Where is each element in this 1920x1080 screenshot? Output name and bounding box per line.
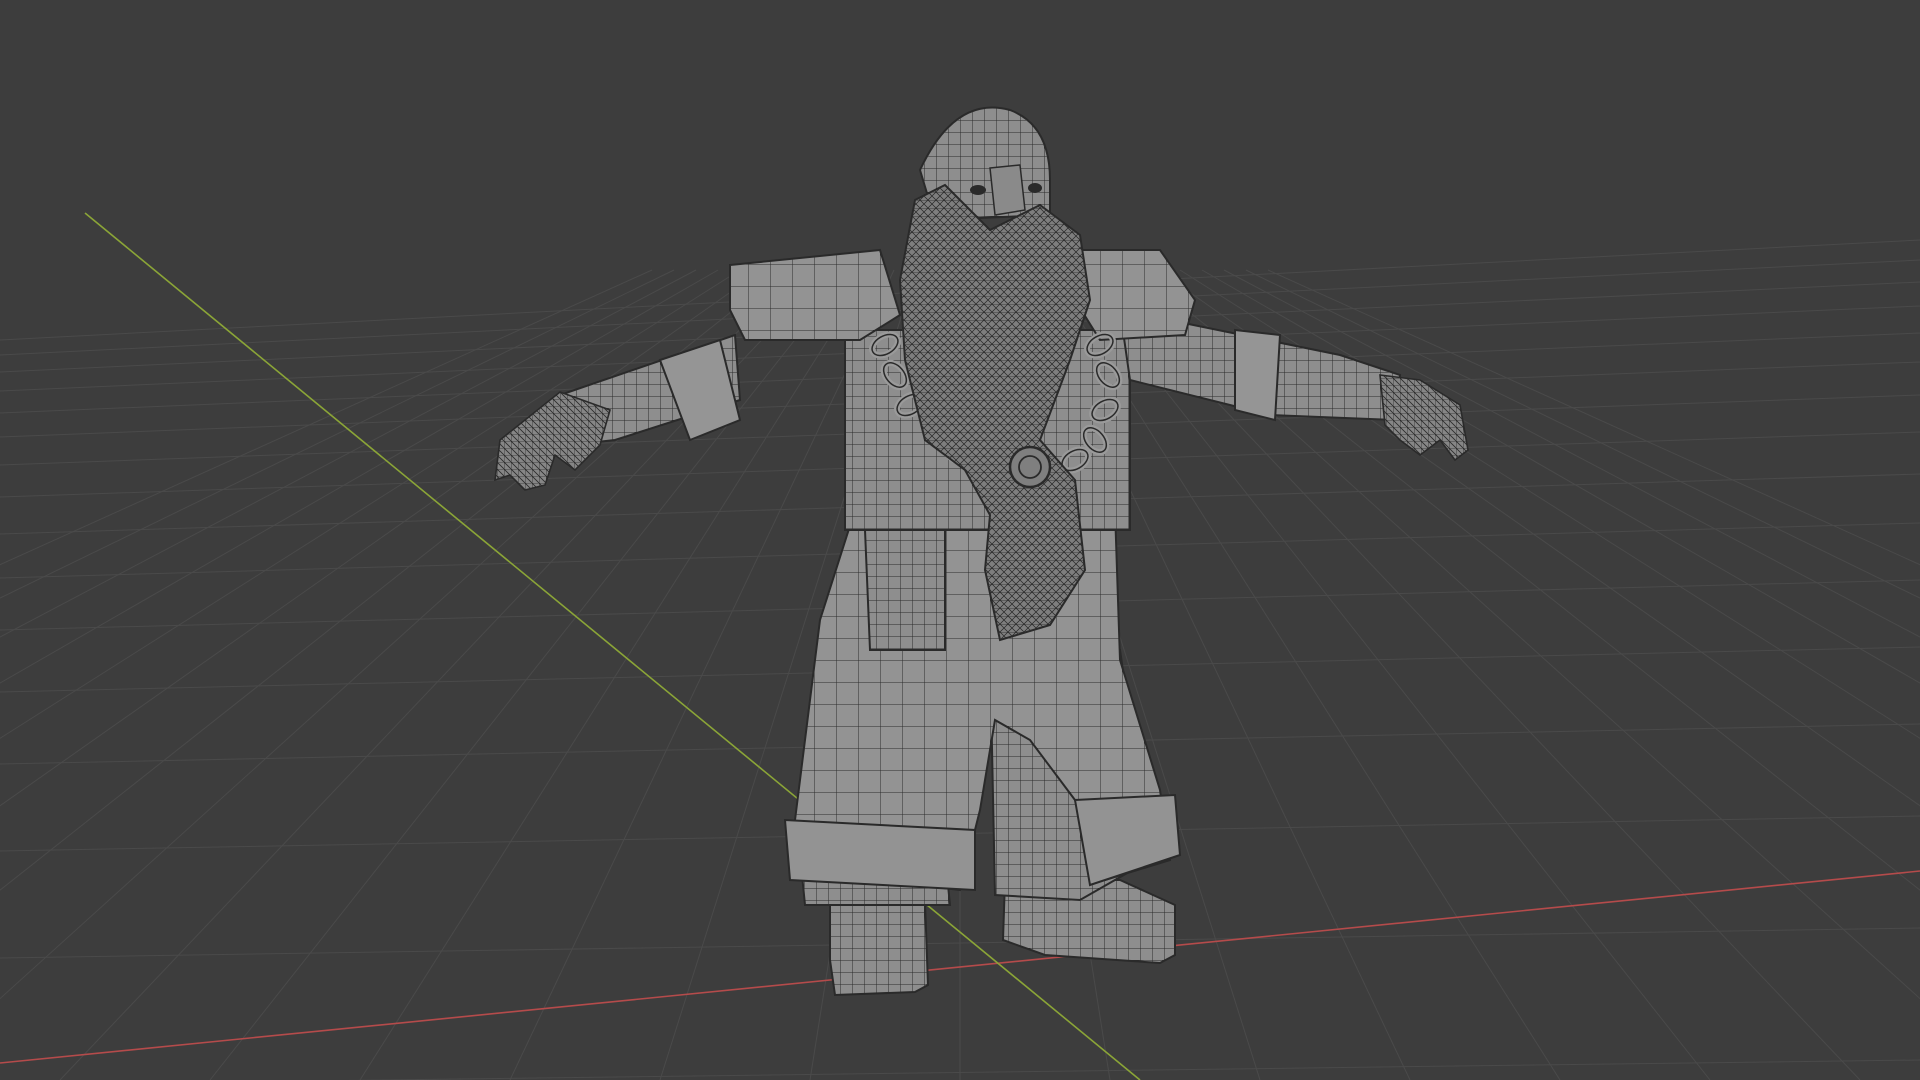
dwarf-mesh[interactable]	[494, 106, 1469, 997]
left-boot[interactable]	[829, 900, 930, 997]
belt-pouch[interactable]	[863, 529, 946, 651]
left-shoulder-pad[interactable]	[729, 248, 902, 341]
viewport-canvas[interactable]	[0, 0, 1920, 1080]
right-hand[interactable]	[1379, 374, 1469, 462]
grid-line	[0, 269, 653, 566]
3d-viewport[interactable]	[0, 0, 1920, 1080]
grid-line	[209, 269, 851, 1080]
nose	[989, 164, 1026, 216]
right-shoulder-pad[interactable]	[1073, 249, 1197, 342]
belt-buckle[interactable]	[1008, 445, 1052, 489]
right-forearm-cuff	[1234, 328, 1282, 422]
right-eye	[1028, 183, 1042, 193]
coat-hem-band-left	[783, 818, 976, 892]
coat-hem-band-right	[1073, 793, 1182, 887]
left-hand[interactable]	[494, 391, 611, 491]
left-eye	[970, 185, 986, 195]
